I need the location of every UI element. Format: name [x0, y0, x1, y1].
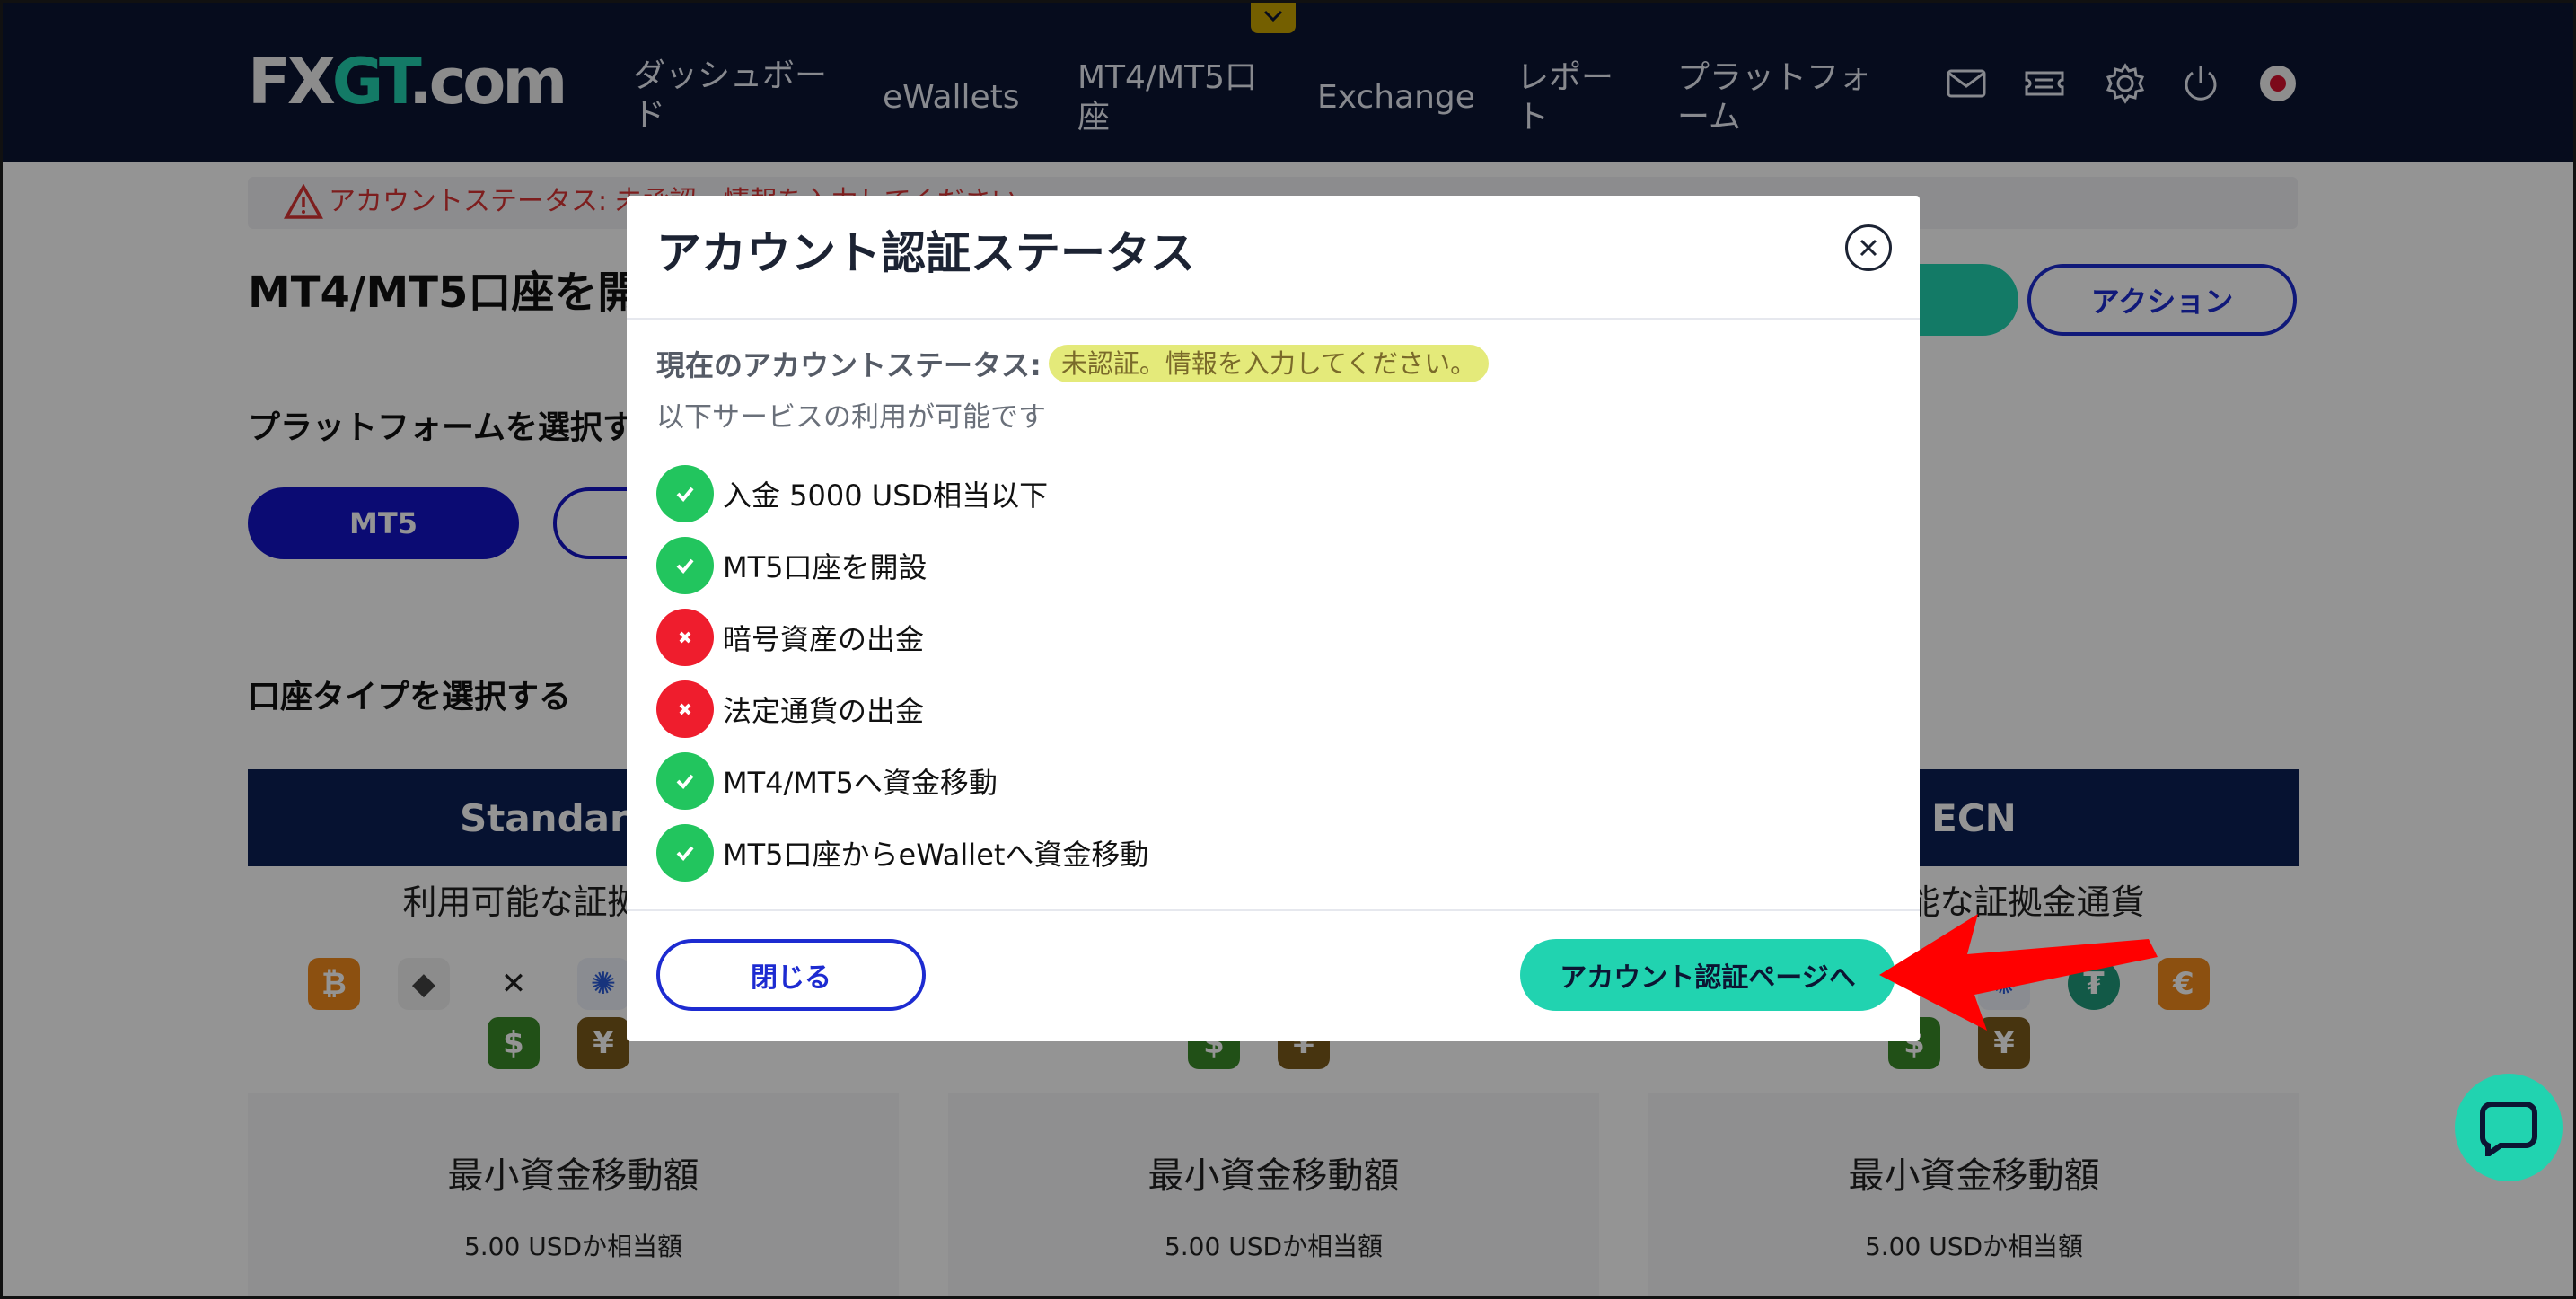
- permission-label: MT5口座を開設: [723, 550, 928, 584]
- permission-item: MT5口座からeWalletへ資金移動: [656, 824, 1148, 882]
- cross-icon: [656, 680, 714, 738]
- permission-label: 入金 5000 USD相当以下: [723, 478, 1049, 513]
- cross-icon: [656, 609, 714, 666]
- red-arrow-annotation: [1879, 914, 2158, 1031]
- check-icon: [656, 752, 714, 810]
- modal-footer-divider: [627, 909, 1920, 911]
- permission-item: MT4/MT5へ資金移動: [656, 752, 998, 810]
- close-icon: [1859, 239, 1877, 257]
- available-services-text: 以下サービスの利用が可能です: [656, 401, 1046, 434]
- verification-status-modal: アカウント認証ステータス 現在のアカウントステータス: 未認証。情報を入力してく…: [627, 196, 1920, 1041]
- check-icon: [656, 824, 714, 882]
- permission-label: 法定通貨の出金: [723, 694, 925, 728]
- modal-header-divider: [627, 318, 1920, 320]
- permission-label: MT5口座からeWalletへ資金移動: [723, 838, 1149, 872]
- screen: FXGT.com ダッシュボー ド eWallets MT4/MT5口 座 Ex…: [0, 0, 2576, 1299]
- chat-bubble-icon: [2480, 1102, 2537, 1156]
- close-button[interactable]: 閉じる: [656, 939, 926, 1011]
- permission-label: MT4/MT5へ資金移動: [723, 766, 998, 800]
- check-icon: [656, 465, 714, 522]
- go-to-verification-button[interactable]: アカウント認証ページへ: [1520, 939, 1895, 1011]
- modal-close-button[interactable]: [1845, 224, 1892, 271]
- permission-item: 法定通貨の出金: [656, 680, 924, 738]
- permission-label: 暗号資産の出金: [723, 622, 925, 656]
- permission-item: MT5口座を開設: [656, 537, 928, 594]
- chat-widget-button[interactable]: [2455, 1074, 2563, 1181]
- status-label: 現在のアカウントステータス:: [656, 348, 1042, 382]
- status-badge: 未認証。情報を入力してください。: [1048, 345, 1490, 382]
- permission-item: 入金 5000 USD相当以下: [656, 465, 1048, 522]
- modal-title: アカウント認証ステータス: [656, 227, 1195, 279]
- current-status-line: 現在のアカウントステータス: 未認証。情報を入力してください。: [656, 344, 1490, 383]
- check-icon: [656, 537, 714, 594]
- permission-item: 暗号資産の出金: [656, 609, 924, 666]
